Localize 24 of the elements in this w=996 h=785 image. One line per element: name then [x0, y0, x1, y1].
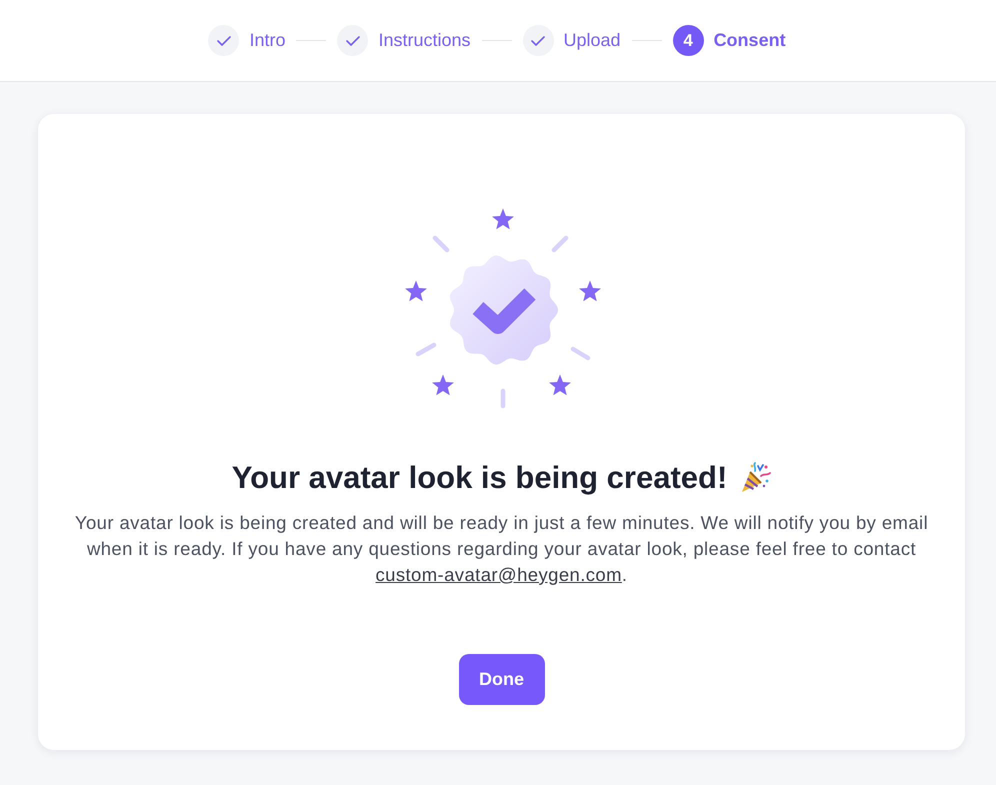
ray-icon [500, 388, 505, 408]
message-text: Your avatar look is being created and will be ready in just a few minutes. We will notify you by email when it is ready. If you have any questions regarding your avatar look, please feel free to contact custom-avatar@heygen.com. [74, 511, 930, 587]
step-indicator: 4 [672, 25, 704, 56]
star-icon [548, 374, 570, 396]
ray-icon [415, 342, 436, 356]
checkmark-icon [531, 36, 546, 46]
party-popper-icon [739, 462, 772, 494]
step-label: Upload [564, 30, 621, 51]
step-label: Instructions [378, 30, 471, 51]
ray-icon [551, 236, 568, 252]
checkmark-icon [216, 36, 231, 46]
star-icon [404, 280, 426, 302]
star-icon [578, 280, 600, 302]
email-link[interactable]: custom-avatar@heygen.com [376, 564, 622, 585]
star-icon [492, 208, 514, 230]
step-label: Intro [249, 30, 286, 51]
success-title: Your avatar look is being created! [232, 459, 728, 497]
done-button[interactable]: Done [458, 654, 544, 705]
checkmark-icon [346, 36, 360, 46]
star-icon [432, 374, 454, 396]
ray-icon [432, 236, 449, 252]
check-badge-icon [449, 256, 558, 364]
step-label: Consent [714, 30, 786, 51]
ray-icon [570, 346, 590, 360]
